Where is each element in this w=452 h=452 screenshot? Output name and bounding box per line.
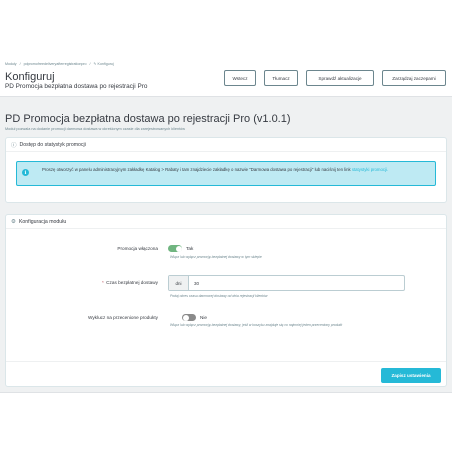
breadcrumb: Moduły / pdpromofreedeliveryafterregistr…	[5, 62, 116, 66]
stats-panel: ⓘ Dostęp do statystyk promocji i Proszę …	[5, 137, 447, 203]
switch-knob	[182, 314, 189, 321]
switch-knob	[175, 245, 182, 252]
config-panel: ⚙ Konfiguracja modułu Zapisz ustawienia	[5, 214, 447, 387]
check-updates-button[interactable]: Sprawdź aktualizacje	[306, 70, 374, 86]
exclude-discounted-label: Wyklucz na przecenione produkty	[87, 315, 158, 320]
stats-link[interactable]: statystyki promocji.	[352, 167, 388, 172]
page-title: Konfiguruj	[5, 71, 55, 83]
info-alert: i Proszę otworzyć w panelu administracyj…	[16, 161, 436, 186]
promo-enabled-switch[interactable]	[168, 245, 182, 252]
module-title: PD Promocja bezpłatna dostawa po rejestr…	[5, 113, 291, 125]
info-icon: ⓘ	[11, 142, 17, 149]
panel-heading-text: Konfiguracja modułu	[18, 218, 67, 225]
panel-heading: ⚙ Konfiguracja modułu	[6, 215, 446, 229]
manage-hooks-button[interactable]: Zarządzaj zaczepami	[382, 70, 446, 86]
free-time-input-group: dni 30	[168, 275, 405, 291]
breadcrumb-module-name[interactable]: pdpromofreedeliveryafterregistrationpro	[24, 62, 87, 66]
back-button[interactable]: Wstecz	[224, 70, 256, 86]
promo-enabled-label: Promocja włączona	[117, 246, 158, 251]
page-subtitle: PD Promocja bezpłatna dostawa po rejestr…	[5, 83, 148, 90]
promo-enabled-help: Włącz lub wyłącz promocję bezpłatnej dos…	[170, 255, 262, 259]
gears-icon: ⚙	[11, 218, 16, 225]
promo-enabled-state: Tak	[186, 246, 194, 251]
days-prefix: dni	[169, 276, 189, 290]
exclude-discounted-help: Włącz lub wyłącz promocję bezpłatnej dos…	[170, 323, 343, 327]
translate-button[interactable]: Tłumacz	[264, 70, 298, 86]
panel-heading: ⓘ Dostęp do statystyk promocji	[6, 138, 446, 152]
alert-text: Proszę otworzyć w panelu administracyjny…	[42, 167, 352, 172]
breadcrumb-configure: ✎ Konfiguruj	[93, 62, 114, 66]
save-settings-button[interactable]: Zapisz ustawienia	[381, 368, 441, 383]
alert-message: Proszę otworzyć w panelu administracyjny…	[42, 167, 432, 174]
module-description: Moduł pozwala na dodanie promocji darmow…	[5, 127, 186, 131]
breadcrumb-separator: /	[89, 62, 91, 66]
breadcrumb-separator: /	[19, 62, 21, 66]
free-time-label-text: Czas bezpłatnej dostawy	[106, 280, 158, 285]
free-time-help: Podaj okres czasu darmowej dostawy od dn…	[170, 294, 268, 298]
free-time-label: * Czas bezpłatnej dostawy	[8, 280, 158, 285]
required-mark: *	[102, 280, 104, 285]
free-time-input[interactable]: 30	[189, 276, 404, 290]
exclude-discounted-state: Nie	[200, 315, 208, 320]
exclude-discounted-switch[interactable]	[182, 314, 196, 321]
panel-footer: Zapisz ustawienia	[6, 361, 446, 386]
breadcrumb-modules[interactable]: Moduły	[5, 62, 17, 66]
panel-heading-text: Dostęp do statystyk promocji	[19, 141, 86, 148]
info-circle-icon: i	[22, 169, 29, 176]
